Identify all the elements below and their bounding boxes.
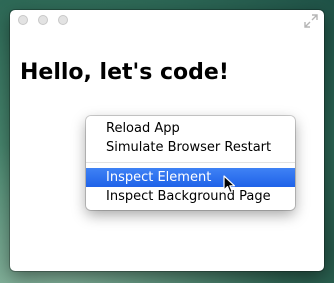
minimize-icon[interactable] xyxy=(38,15,48,25)
page-title: Hello, let's code! xyxy=(20,60,229,85)
window-titlebar[interactable] xyxy=(10,10,324,32)
menu-item-inspect-element[interactable]: Inspect Element xyxy=(86,168,295,187)
context-menu: Reload App Simulate Browser Restart Insp… xyxy=(86,116,295,210)
menu-item-inspect-background-page[interactable]: Inspect Background Page xyxy=(86,187,295,206)
arrow-pointer-icon xyxy=(223,175,237,195)
menu-item-reload-app[interactable]: Reload App xyxy=(86,119,295,138)
zoom-icon[interactable] xyxy=(58,15,68,25)
fullscreen-toggle-icon[interactable] xyxy=(304,13,318,28)
menu-separator xyxy=(86,162,295,163)
menu-item-simulate-browser-restart[interactable]: Simulate Browser Restart xyxy=(86,138,295,157)
close-icon[interactable] xyxy=(18,15,28,25)
